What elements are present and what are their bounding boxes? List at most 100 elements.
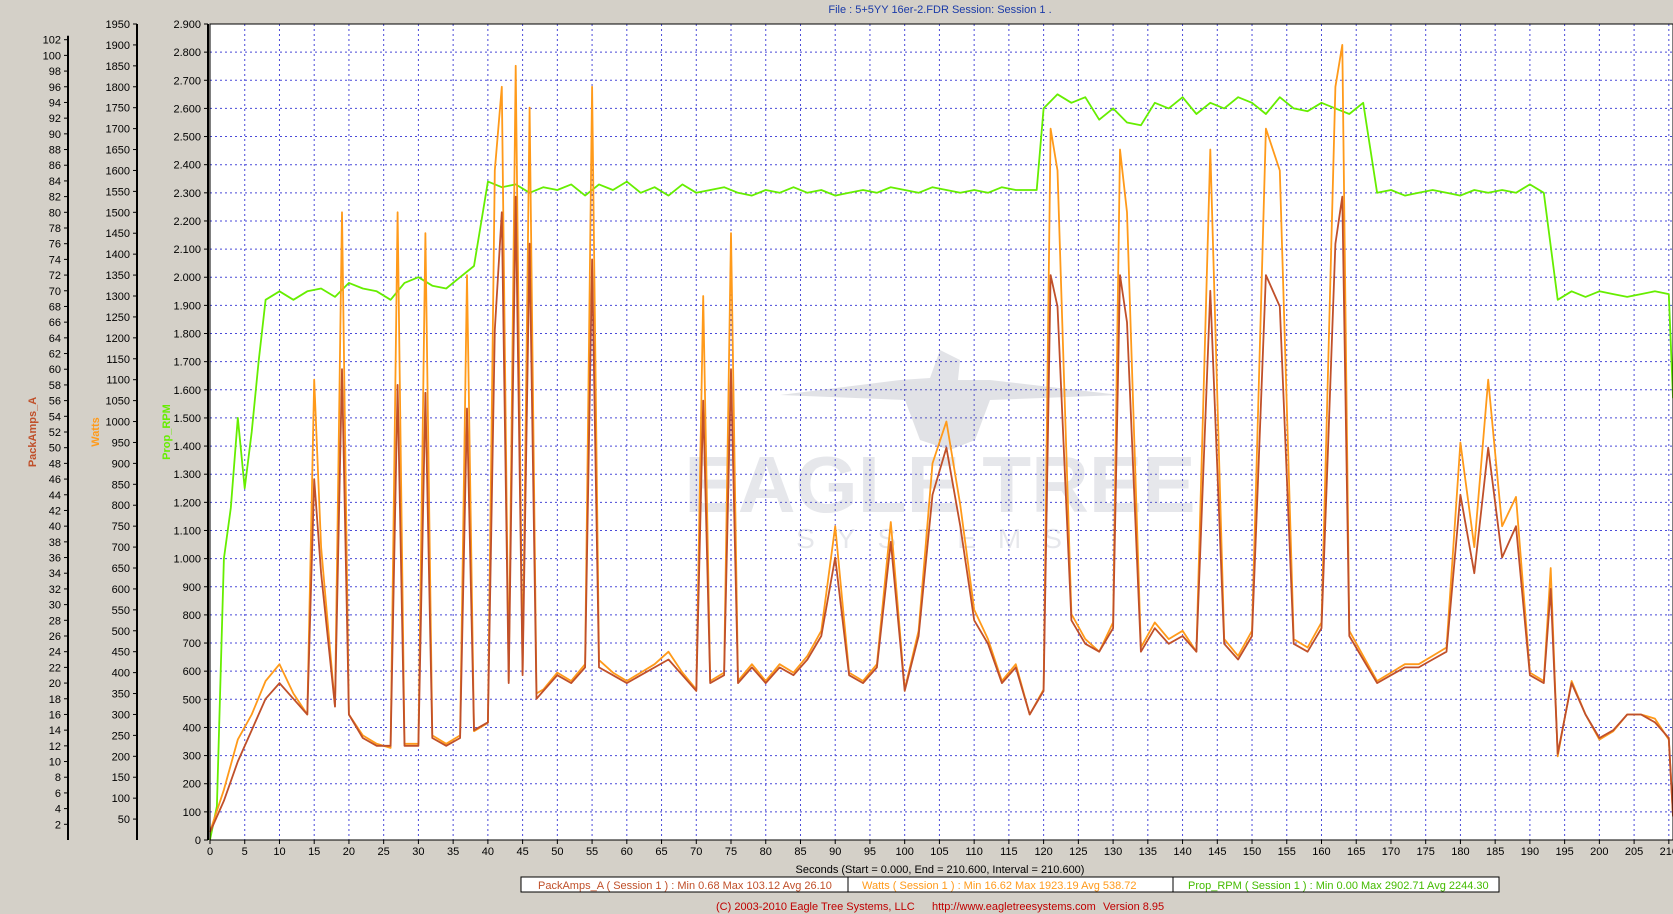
y-tick-label: 600 [183,666,201,678]
y-tick-label: 900 [112,458,130,470]
y-tick-label: 54 [49,411,61,423]
y-tick-label: 1300 [106,291,130,303]
y-tick-label: 96 [49,82,61,94]
y-tick-label: 1850 [106,61,130,73]
x-tick-label: 170 [1382,846,1400,858]
y-tick-label: 2.800 [173,47,201,59]
y-tick-label: 44 [49,490,61,502]
x-tick-label: 135 [1139,846,1157,858]
x-tick-label: 125 [1069,846,1087,858]
y-tick-label: 98 [49,66,61,78]
y-tick-label: 1.500 [173,413,201,425]
x-tick-label: 10 [273,846,285,858]
y-tick-label: 1600 [106,165,130,177]
y-axis-title: Watts [90,417,102,447]
x-axis-label: Seconds (Start = 0.000, End = 210.600, I… [796,864,1085,876]
x-tick-label: 40 [482,846,494,858]
chart-svg: EAGLE TREE SYSTEMS 246810121416182022242… [27,4,1673,913]
y-tick-label: 46 [49,474,61,486]
y-tick-label: 0 [195,835,201,847]
y-tick-label: 500 [112,626,130,638]
y-tick-label: 1.200 [173,497,201,509]
x-tick-label: 65 [655,846,667,858]
y-tick-label: 700 [183,638,201,650]
y-tick-label: 80 [49,207,61,219]
y-tick-label: 72 [49,270,61,282]
y-tick-label: 56 [49,396,61,408]
y-tick-label: 500 [183,694,201,706]
y-tick-label: 4 [55,804,61,816]
y-tick-label: 1950 [106,19,130,31]
x-tick-label: 205 [1625,846,1643,858]
y-tick-label: 68 [49,301,61,313]
footer-url[interactable]: http://www.eagletreesystems.com [932,901,1096,913]
y-tick-label: 2.400 [173,160,201,172]
y-tick-label: 1350 [106,270,130,282]
y-tick-label: 350 [112,689,130,701]
y-tick-label: 2.100 [173,244,201,256]
x-tick-label: 195 [1555,846,1573,858]
y-tick-label: 1400 [106,249,130,261]
y-tick-label: 900 [183,582,201,594]
x-tick-label: 95 [864,846,876,858]
y-tick-label: 32 [49,584,61,596]
y-tick-label: 600 [112,584,130,596]
x-tick-label: 200 [1590,846,1608,858]
x-tick-label: 115 [1000,846,1018,858]
x-tick-label: 85 [794,846,806,858]
y-tick-label: 1650 [106,145,130,157]
x-tick-label: 210 [1660,846,1673,858]
y-tick-label: 1.600 [173,385,201,397]
y-tick-label: 20 [49,678,61,690]
y-axes: 2468101214161820222426283032343638404244… [27,19,209,847]
x-tick-label: 145 [1208,846,1226,858]
x-tick-label: 25 [378,846,390,858]
y-tick-label: 76 [49,239,61,251]
x-tick-label: 70 [690,846,702,858]
y-tick-label: 700 [112,542,130,554]
y-tick-label: 100 [183,807,201,819]
y-tick-label: 1900 [106,40,130,52]
x-tick-label: 100 [896,846,914,858]
y-tick-label: 60 [49,364,61,376]
y-tick-label: 62 [49,349,61,361]
y-tick-label: 550 [112,605,130,617]
y-tick-label: 1.000 [173,554,201,566]
y-tick-label: 52 [49,427,61,439]
x-tick-label: 105 [930,846,948,858]
x-tick-label: 90 [829,846,841,858]
y-tick-label: 1.100 [173,525,201,537]
y-tick-label: 36 [49,553,61,565]
x-tick-label: 60 [621,846,633,858]
y-tick-label: 1750 [106,103,130,115]
x-tick-label: 30 [412,846,424,858]
x-tick-label: 140 [1173,846,1191,858]
y-tick-label: 16 [49,709,61,721]
y-tick-label: 38 [49,537,61,549]
y-tick-label: 2.700 [173,75,201,87]
y-tick-label: 1.400 [173,441,201,453]
y-axis-title: Prop_RPM [161,404,173,460]
y-tick-label: 1.300 [173,469,201,481]
y-tick-label: 66 [49,317,61,329]
y-tick-label: 22 [49,662,61,674]
y-tick-label: 950 [112,437,130,449]
y-tick-label: 800 [183,610,201,622]
x-tick-label: 155 [1278,846,1296,858]
y-tick-label: 86 [49,160,61,172]
y-tick-label: 1450 [106,228,130,240]
y-tick-label: 100 [112,793,130,805]
y-tick-label: 2.600 [173,103,201,115]
y-tick-label: 400 [112,668,130,680]
footer-version: Version 8.95 [1103,901,1164,913]
x-tick-label: 45 [516,846,528,858]
y-tick-label: 2.500 [173,132,201,144]
y-tick-label: 94 [49,97,61,109]
footer-copyright: (C) 2003-2010 Eagle Tree Systems, LLC [716,901,915,913]
y-tick-label: 40 [49,521,61,533]
legend-rpm: Prop_RPM ( Session 1 ) : Min 0.00 Max 29… [1188,880,1489,892]
y-tick-label: 2.000 [173,272,201,284]
y-tick-label: 84 [49,176,61,188]
y-tick-label: 42 [49,505,61,517]
y-tick-label: 8 [55,772,61,784]
